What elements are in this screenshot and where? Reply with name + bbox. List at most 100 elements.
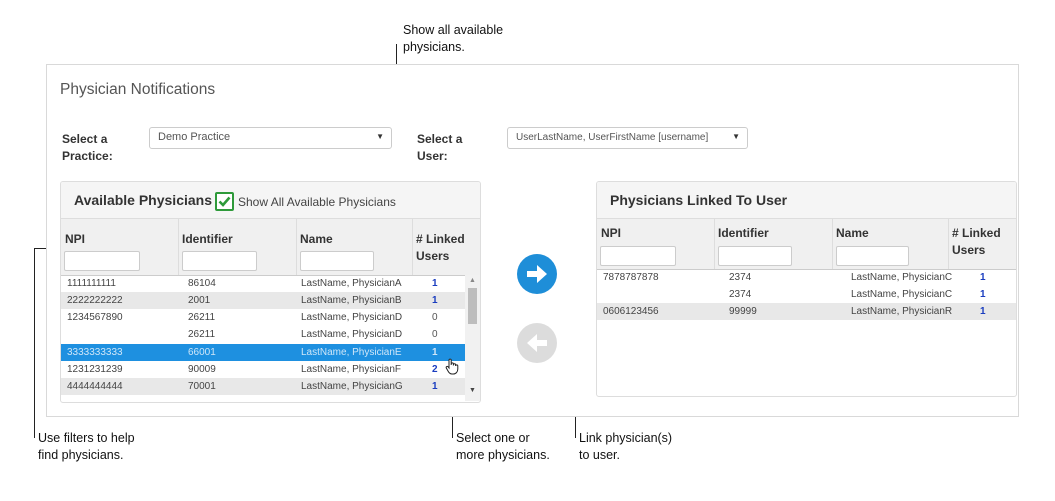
- callout-text: to user.: [579, 448, 620, 462]
- column-divider: [832, 219, 833, 269]
- npi-cell: 0606123456: [603, 306, 659, 317]
- caret-down-icon: ▼: [376, 132, 384, 141]
- callout-text: more physicians.: [456, 448, 550, 462]
- npi-cell: 1231231239: [67, 364, 123, 375]
- linked-count-link[interactable]: 1: [432, 295, 438, 306]
- caret-down-icon: ▼: [732, 132, 740, 141]
- col-npi: NPI: [601, 226, 622, 240]
- label-line: Select a: [417, 132, 463, 146]
- npi-cell: 3333333333: [67, 347, 123, 358]
- arrow-right-circle-icon: [527, 265, 547, 283]
- col-linked-line: Users: [952, 243, 986, 257]
- name-cell: LastName, PhysicianB: [301, 295, 402, 306]
- identifier-cell: 26211: [188, 329, 216, 340]
- callout-text: physicians.: [403, 40, 465, 54]
- callout-filters: Use filters to help find physicians.: [38, 430, 135, 464]
- linked-count-link[interactable]: 0: [432, 312, 438, 323]
- hand-pointer-icon-svg: [445, 358, 459, 375]
- table-row[interactable]: 7878787878 2374 LastName, PhysicianC 1: [597, 269, 1016, 286]
- col-name: Name: [300, 232, 333, 246]
- col-npi: NPI: [65, 232, 86, 246]
- name-filter-input[interactable]: [300, 251, 374, 271]
- table-row[interactable]: 0606123456 99999 LastName, PhysicianR 1: [597, 303, 1016, 320]
- table-row[interactable]: 26211 LastName, PhysicianD 0: [61, 326, 466, 343]
- npi-filter-input[interactable]: [600, 246, 676, 266]
- linked-count-link[interactable]: 1: [980, 289, 986, 300]
- practice-select[interactable]: Demo Practice ▼: [149, 127, 392, 149]
- identifier-cell: 2374: [729, 272, 752, 283]
- callout-show-all: Show all available physicians.: [403, 22, 503, 56]
- npi-cell: 2222222222: [67, 295, 123, 306]
- table-row[interactable]: 4444444444 70001 LastName, PhysicianG 1: [61, 378, 466, 395]
- name-filter-input[interactable]: [836, 246, 909, 266]
- callout-text: find physicians.: [38, 448, 124, 462]
- identifier-cell: 66001: [188, 347, 216, 358]
- app-frame: Physician Notifications Select a Practic…: [46, 64, 1019, 417]
- panel-title: Available Physicians: [74, 192, 212, 208]
- scroll-up-icon[interactable]: ▲: [469, 277, 476, 284]
- available-physicians-panel: Available Physicians Show All Available …: [60, 181, 481, 403]
- label-line: Practice:: [62, 149, 113, 163]
- linked-count-link[interactable]: 1: [432, 347, 438, 358]
- table-row[interactable]: 1231231239 90009 LastName, PhysicianF 2: [61, 361, 466, 378]
- identifier-cell: 2374: [729, 289, 752, 300]
- linked-count-link[interactable]: 2: [432, 364, 438, 375]
- linked-count-link[interactable]: 0: [432, 329, 438, 340]
- column-divider: [296, 219, 297, 275]
- identifier-cell: 2001: [188, 295, 211, 306]
- table-row[interactable]: 1234567890 26211 LastName, PhysicianD 0: [61, 309, 466, 326]
- col-linked-line: # Linked: [416, 232, 465, 246]
- callout-text: Select one or: [456, 431, 530, 445]
- linked-count-link[interactable]: 1: [432, 278, 438, 289]
- callout-text: Use filters to help: [38, 431, 135, 445]
- user-select-value: UserLastName, UserFirstName [username]: [516, 132, 709, 143]
- name-cell: LastName, PhysicianD: [301, 312, 403, 323]
- table-header: NPI Identifier Name # Linked Users: [61, 219, 480, 276]
- column-divider: [948, 219, 949, 269]
- identifier-cell: 90009: [188, 364, 216, 375]
- link-physician-button[interactable]: [517, 254, 557, 294]
- identifier-filter-input[interactable]: [182, 251, 257, 271]
- col-linked-line: # Linked: [952, 226, 1001, 240]
- table-row[interactable]: 3333333333 66001 LastName, PhysicianE 1: [61, 344, 466, 361]
- show-all-checkbox[interactable]: [215, 192, 234, 211]
- practice-label: Select a Practice:: [62, 131, 113, 165]
- identifier-cell: 99999: [729, 306, 757, 317]
- table-row[interactable]: 2374 LastName, PhysicianC 1: [597, 286, 1016, 303]
- linked-count-link[interactable]: 1: [980, 272, 986, 283]
- linked-table-body: 7878787878 2374 LastName, PhysicianC 1 2374 L…: [597, 269, 1016, 329]
- callout-select: Select one or more physicians.: [456, 430, 550, 464]
- scroll-down-icon[interactable]: ▼: [469, 387, 476, 394]
- name-cell: LastName, PhysicianD: [301, 329, 403, 340]
- panel-header: Physicians Linked To User: [597, 182, 1016, 219]
- panel-title: Physicians Linked To User: [610, 192, 788, 208]
- col-linked-line: Users: [416, 249, 450, 263]
- npi-cell: 7878787878: [603, 272, 659, 283]
- linked-count-link[interactable]: 1: [980, 306, 986, 317]
- identifier-filter-input[interactable]: [718, 246, 792, 266]
- col-identifier: Identifier: [718, 226, 769, 240]
- column-divider: [714, 219, 715, 269]
- user-label: Select a User:: [417, 131, 462, 165]
- identifier-cell: 70001: [188, 381, 216, 392]
- callout-text: Show all available: [403, 23, 504, 37]
- npi-filter-input[interactable]: [64, 251, 140, 271]
- column-divider: [178, 219, 179, 275]
- linked-count-link[interactable]: 1: [432, 381, 438, 392]
- label-line: Select a: [62, 132, 108, 146]
- practice-select-value: Demo Practice: [158, 131, 231, 143]
- identifier-cell: 26211: [188, 312, 216, 323]
- scrollbar[interactable]: ▲ ▼: [465, 275, 480, 401]
- leader-line: [34, 248, 35, 438]
- user-select[interactable]: UserLastName, UserFirstName [username] ▼: [507, 127, 748, 149]
- scrollbar-thumb[interactable]: [468, 288, 477, 324]
- col-name: Name: [836, 226, 869, 240]
- table-row[interactable]: 1111111111 86104 LastName, PhysicianA 1: [61, 275, 466, 292]
- page-title: Physician Notifications: [60, 81, 216, 98]
- npi-cell: 4444444444: [67, 381, 123, 392]
- show-all-label[interactable]: Show All Available Physicians: [238, 195, 396, 209]
- name-cell: LastName, PhysicianC: [851, 289, 953, 300]
- panel-header: Available Physicians Show All Available …: [61, 182, 480, 219]
- unlink-physician-button[interactable]: [517, 323, 557, 363]
- table-row[interactable]: 2222222222 2001 LastName, PhysicianB 1: [61, 292, 466, 309]
